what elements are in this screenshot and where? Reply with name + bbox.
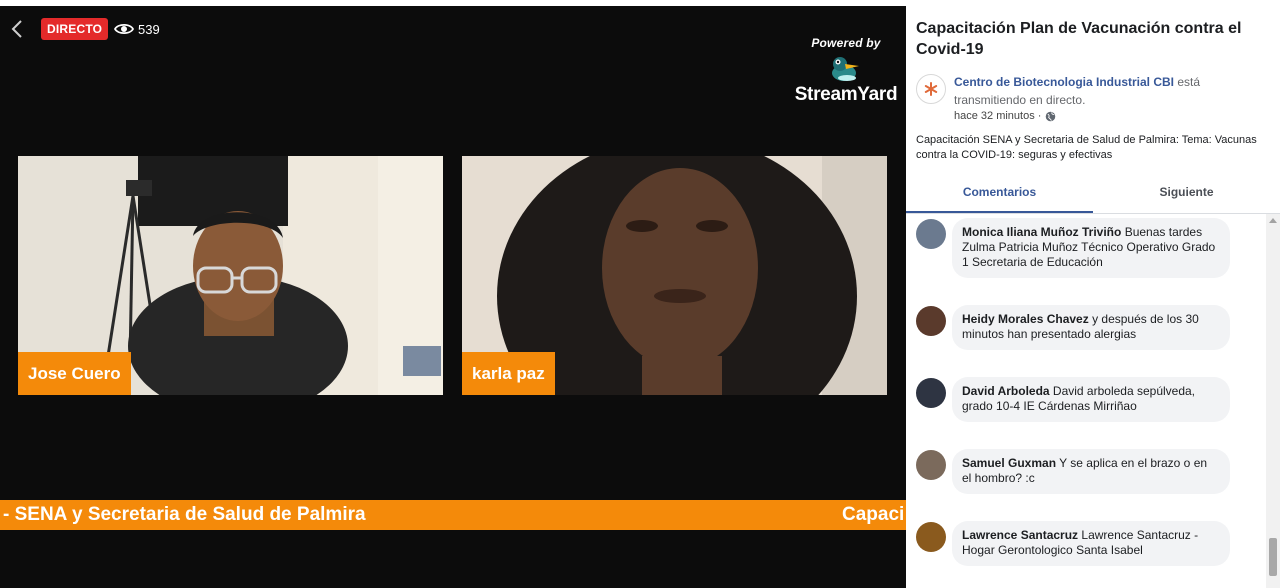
tab-comentarios[interactable]: Comentarios (906, 174, 1093, 213)
page-name-link[interactable]: Centro de Biotecnologia Industrial CBI (954, 75, 1174, 89)
ticker-text: - SENA y Secretaria de Salud de Palmira (3, 504, 366, 525)
viewer-count-value: 539 (138, 21, 160, 37)
lower-third-ticker: - SENA y Secretaria de Salud de Palmira … (0, 500, 906, 530)
avatar[interactable] (916, 378, 946, 408)
streamyard-wordmark: StreamYard (794, 84, 898, 105)
eye-icon (114, 23, 134, 35)
comment-author[interactable]: Lawrence Santacruz (962, 528, 1078, 542)
ticker-text-next: Capaci (842, 504, 905, 525)
page-avatar[interactable] (916, 74, 946, 104)
comment-item: Monica Iliana Muñoz Triviño Buenas tarde… (916, 218, 1230, 278)
chevron-left-icon (11, 20, 22, 38)
comment-item: Heidy Morales Chavez y después de los 30… (916, 305, 1230, 350)
comments-list: Monica Iliana Muñoz Triviño Buenas tarde… (906, 215, 1266, 588)
sidebar-tabs: Comentarios Siguiente (906, 174, 1280, 214)
streamyard-logo: Powered by StreamYard (790, 36, 902, 106)
post-meta: hace 32 minutos · (954, 110, 1056, 122)
video-description: Capacitación SENA y Secretaria de Salud … (916, 134, 1257, 161)
video-title: Capacitación Plan de Vacunación contra e… (916, 20, 1242, 58)
participant-name-left: Jose Cuero (18, 352, 131, 395)
live-sidebar: Capacitación Plan de Vacunación contra e… (906, 6, 1280, 588)
camera-feed-left: Jose Cuero (18, 156, 443, 395)
globe-icon (1046, 111, 1056, 121)
comment-author[interactable]: Heidy Morales Chavez (962, 312, 1089, 326)
comment-bubble: Samuel Guxman Y se aplica en el brazo o … (952, 449, 1230, 494)
avatar[interactable] (916, 306, 946, 336)
avatar[interactable] (916, 219, 946, 249)
scroll-thumb[interactable] (1269, 538, 1277, 576)
comment-item: Lawrence Santacruz Lawrence Santacruz - … (916, 521, 1230, 566)
comment-bubble: Monica Iliana Muñoz Triviño Buenas tarde… (952, 218, 1230, 278)
viewer-count: 539 (114, 19, 160, 39)
back-button[interactable] (8, 18, 28, 40)
video-player[interactable]: DIRECTO 539 Powered by StreamYard Jose C… (0, 6, 906, 588)
comment-bubble: Lawrence Santacruz Lawrence Santacruz - … (952, 521, 1230, 566)
comment-item: David Arboleda David arboleda sepúlveda,… (916, 377, 1230, 422)
comment-author[interactable]: David Arboleda (962, 384, 1050, 398)
camera-feed-right: karla paz (462, 156, 887, 395)
comment-author[interactable]: Monica Iliana Muñoz Triviño (962, 225, 1121, 239)
comment-bubble: David Arboleda David arboleda sepúlveda,… (952, 377, 1230, 422)
tab-siguiente[interactable]: Siguiente (1093, 174, 1280, 213)
comment-item: Samuel Guxman Y se aplica en el brazo o … (916, 449, 1230, 494)
avatar[interactable] (916, 522, 946, 552)
broadcast-owner: Centro de Biotecnologia Industrial CBI e… (954, 73, 1254, 109)
comment-bubble: Heidy Morales Chavez y después de los 30… (952, 305, 1230, 350)
comments-scrollbar[interactable] (1266, 214, 1280, 588)
comment-author[interactable]: Samuel Guxman (962, 456, 1056, 470)
live-badge: DIRECTO (41, 18, 109, 40)
asterisk-logo-icon (924, 82, 938, 96)
time-ago[interactable]: hace 32 minutos · (954, 110, 1041, 122)
scroll-up-arrow-icon[interactable] (1269, 218, 1277, 223)
participant-name-right: karla paz (462, 352, 555, 395)
powered-by-text: Powered by (811, 36, 881, 50)
duck-icon (832, 57, 859, 81)
avatar[interactable] (916, 450, 946, 480)
